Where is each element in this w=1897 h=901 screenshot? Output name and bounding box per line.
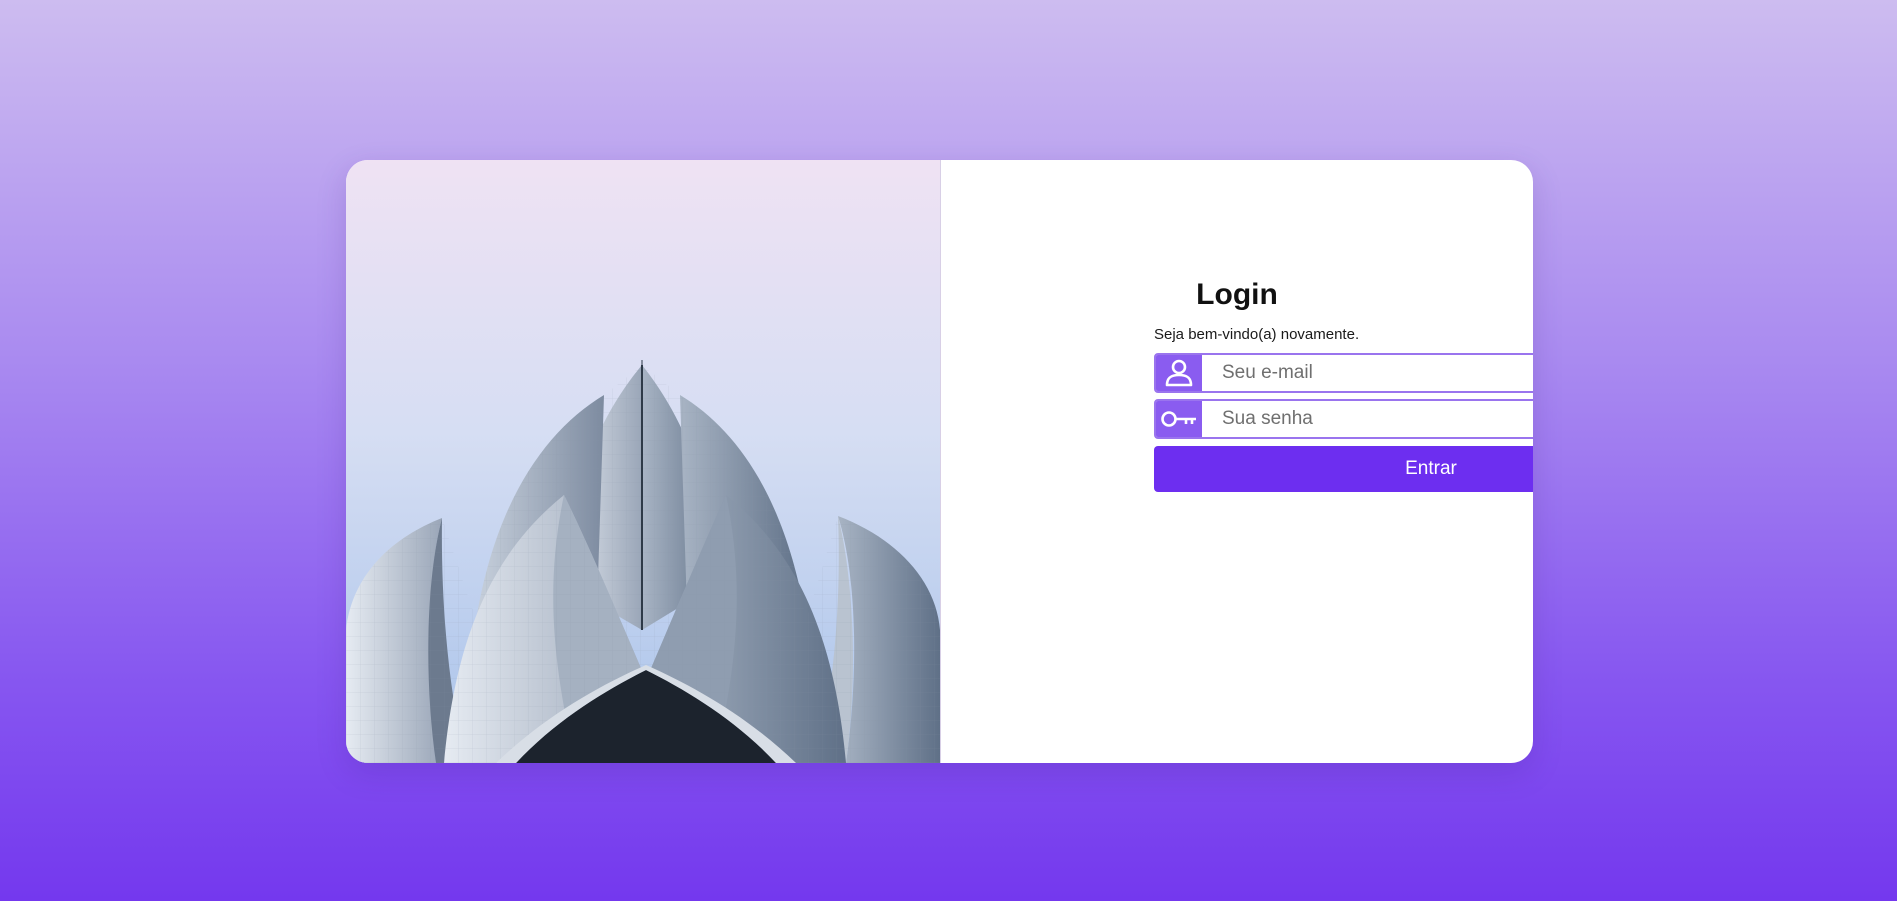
login-button[interactable]: Entrar bbox=[1154, 446, 1533, 492]
key-icon bbox=[1156, 401, 1202, 437]
password-input[interactable] bbox=[1202, 401, 1533, 437]
page-title: Login bbox=[1196, 278, 1278, 311]
login-form: Login Seja bem-vindo(a) novamente. Seu e… bbox=[941, 160, 1533, 763]
login-card: Login Seja bem-vindo(a) novamente. Seu e… bbox=[346, 160, 1533, 763]
email-field bbox=[1154, 353, 1533, 393]
password-field bbox=[1154, 399, 1533, 439]
email-input[interactable] bbox=[1202, 355, 1533, 391]
lotus-temple-image bbox=[346, 160, 941, 763]
user-icon bbox=[1156, 355, 1202, 391]
welcome-message: Seja bem-vindo(a) novamente. bbox=[1154, 326, 1360, 343]
